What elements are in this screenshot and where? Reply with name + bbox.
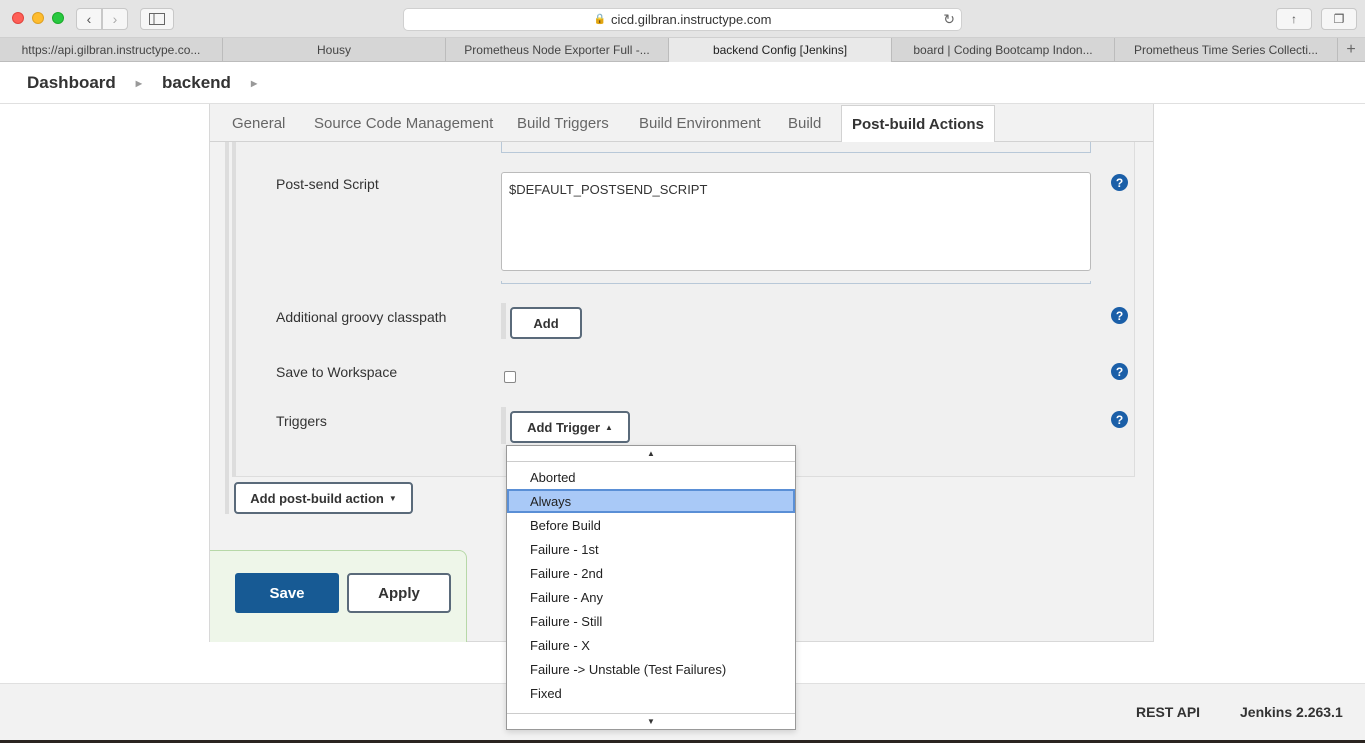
- add-trigger-button[interactable]: Add Trigger ▲: [510, 411, 630, 443]
- tab-build-environment[interactable]: Build Environment: [639, 104, 761, 142]
- breadcrumb: Dashboard ▶ backend ▶: [0, 63, 1365, 104]
- workspace-label: Save to Workspace: [276, 364, 398, 380]
- help-icon[interactable]: ?: [1111, 411, 1128, 428]
- sidebar-toggle-button[interactable]: [140, 8, 174, 30]
- chevron-left-icon: ‹: [86, 11, 92, 27]
- scroll-down-arrow[interactable]: ▼: [507, 713, 795, 729]
- field-indent-bar: [501, 407, 506, 444]
- save-bar: Save Apply: [210, 550, 467, 642]
- help-icon[interactable]: ?: [1111, 363, 1128, 380]
- browser-tab-active[interactable]: backend Config [Jenkins]: [669, 38, 892, 62]
- add-post-build-action-button[interactable]: Add post-build action ▼: [234, 482, 413, 514]
- new-tab-button[interactable]: +: [1338, 38, 1364, 61]
- chevron-right-icon: ›: [112, 11, 118, 27]
- classpath-label: Additional groovy classpath: [276, 309, 447, 325]
- menu-item-failure-any[interactable]: Failure - Any: [507, 585, 795, 609]
- field-divider: [501, 142, 1091, 153]
- chevron-right-icon[interactable]: ▶: [136, 79, 142, 88]
- tab-source-code-management[interactable]: Source Code Management: [314, 104, 493, 142]
- menu-item-always[interactable]: Always: [507, 489, 795, 513]
- triggers-label: Triggers: [276, 413, 327, 429]
- menu-item-failure-unstable[interactable]: Failure -> Unstable (Test Failures): [507, 657, 795, 681]
- add-post-build-label: Add post-build action: [250, 490, 384, 506]
- browser-tab[interactable]: Housy: [223, 38, 446, 62]
- postsend-label: Post-send Script: [276, 176, 379, 192]
- trigger-dropdown-menu[interactable]: ▲ Aborted Always Before Build Failure - …: [506, 445, 796, 730]
- plus-icon: +: [1346, 40, 1356, 58]
- apply-button[interactable]: Apply: [347, 573, 451, 613]
- share-icon: ↑: [1291, 12, 1297, 26]
- browser-tab-bar: https://api.gilbran.instructype.co... Ho…: [0, 38, 1365, 62]
- field-indent-bar: [501, 303, 506, 339]
- trigger-menu-list: Aborted Always Before Build Failure - 1s…: [507, 465, 795, 705]
- menu-item-failure-x[interactable]: Failure - X: [507, 633, 795, 657]
- sidebar-icon: [149, 13, 165, 25]
- browser-titlebar: ‹ › 🔒 cicd.gilbran.instructype.com ↻ ↑ ❐: [0, 0, 1365, 38]
- menu-item-fixed[interactable]: Fixed: [507, 681, 795, 705]
- caret-up-icon: ▲: [647, 449, 655, 458]
- minimize-window-button[interactable]: [32, 12, 44, 24]
- breadcrumb-dashboard[interactable]: Dashboard: [27, 73, 116, 93]
- add-classpath-button[interactable]: Add: [510, 307, 582, 339]
- lock-icon: 🔒: [593, 14, 607, 25]
- tab-overview-button[interactable]: ❐: [1321, 8, 1357, 30]
- menu-item-failure-1st[interactable]: Failure - 1st: [507, 537, 795, 561]
- tabs-icon: ❐: [1333, 12, 1345, 26]
- close-window-button[interactable]: [12, 12, 24, 24]
- menu-item-before-build[interactable]: Before Build: [507, 513, 795, 537]
- tab-post-build-actions[interactable]: Post-build Actions: [841, 105, 995, 143]
- back-button[interactable]: ‹: [76, 8, 102, 30]
- address-bar[interactable]: 🔒 cicd.gilbran.instructype.com ↻: [403, 8, 962, 31]
- add-trigger-label: Add Trigger: [527, 419, 601, 435]
- save-to-workspace-checkbox[interactable]: [504, 371, 516, 383]
- breadcrumb-backend[interactable]: backend: [162, 73, 231, 93]
- reload-icon[interactable]: ↻: [943, 11, 955, 28]
- save-button[interactable]: Save: [235, 573, 339, 613]
- caret-up-icon: ▲: [605, 422, 613, 432]
- browser-tab[interactable]: Prometheus Time Series Collecti...: [1115, 38, 1338, 62]
- help-icon[interactable]: ?: [1111, 307, 1128, 324]
- tab-build-triggers[interactable]: Build Triggers: [517, 104, 609, 142]
- menu-item-failure-still[interactable]: Failure - Still: [507, 609, 795, 633]
- forward-button[interactable]: ›: [102, 8, 128, 30]
- caret-down-icon: ▼: [388, 493, 397, 503]
- config-tabs: General Source Code Management Build Tri…: [210, 104, 1153, 143]
- chevron-right-icon[interactable]: ▶: [251, 79, 257, 88]
- field-divider: [501, 281, 1091, 284]
- share-button[interactable]: ↑: [1276, 8, 1312, 30]
- browser-tab[interactable]: board | Coding Bootcamp Indon...: [892, 38, 1115, 62]
- url-text: cicd.gilbran.instructype.com: [611, 12, 772, 27]
- section-indent-bar: [225, 142, 229, 514]
- rest-api-link[interactable]: REST API: [1136, 704, 1200, 720]
- scroll-up-arrow[interactable]: ▲: [507, 446, 795, 462]
- help-icon[interactable]: ?: [1111, 174, 1128, 191]
- jenkins-version-link[interactable]: Jenkins 2.263.1: [1240, 704, 1343, 720]
- zoom-window-button[interactable]: [52, 12, 64, 24]
- menu-item-failure-2nd[interactable]: Failure - 2nd: [507, 561, 795, 585]
- postsend-script-textarea[interactable]: $DEFAULT_POSTSEND_SCRIPT: [501, 172, 1091, 271]
- menu-item-aborted[interactable]: Aborted: [507, 465, 795, 489]
- caret-down-icon: ▼: [647, 717, 655, 726]
- tab-general[interactable]: General: [232, 104, 285, 142]
- tab-build[interactable]: Build: [788, 104, 821, 142]
- email-notification-section: Post-send Script $DEFAULT_POSTSEND_SCRIP…: [232, 142, 1135, 477]
- browser-tab[interactable]: Prometheus Node Exporter Full -...: [446, 38, 669, 62]
- browser-tab[interactable]: https://api.gilbran.instructype.co...: [0, 38, 223, 62]
